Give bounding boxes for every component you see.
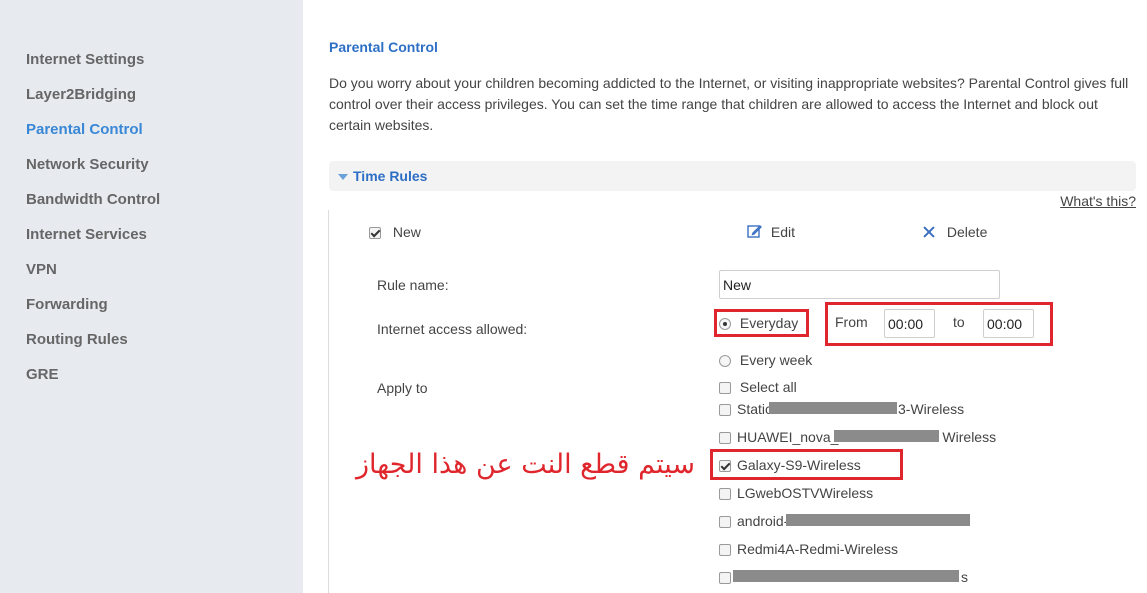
new-label: New bbox=[392, 224, 421, 240]
page-description: Do you worry about your children becomin… bbox=[329, 75, 1129, 133]
collapse-triangle-icon bbox=[338, 174, 348, 180]
edit-label: Edit bbox=[770, 224, 796, 240]
device-item[interactable]: android- bbox=[719, 513, 788, 529]
divider-line bbox=[328, 210, 329, 593]
annotation-text: سيتم قطع النت عن هذا الجهاز bbox=[356, 449, 696, 480]
device-checkbox[interactable] bbox=[719, 544, 731, 557]
close-icon bbox=[923, 226, 935, 238]
sidebar-item-bandwidth-control[interactable]: Bandwidth Control bbox=[26, 191, 160, 208]
device-name-suffix: s bbox=[961, 569, 968, 585]
new-rule-toggle[interactable]: New bbox=[369, 224, 421, 240]
internet-access-label: Internet access allowed: bbox=[377, 321, 528, 337]
device-item[interactable]: LGwebOSTVWireless bbox=[719, 485, 873, 501]
time-rules-section-header[interactable]: Time Rules bbox=[329, 161, 1136, 191]
rule-name-input[interactable] bbox=[719, 270, 1000, 299]
whats-this-link[interactable]: What's this? bbox=[1060, 193, 1136, 209]
device-checkbox[interactable] bbox=[719, 488, 731, 501]
edit-button[interactable]: Edit bbox=[747, 224, 795, 240]
device-name-suffix: 3-Wireless bbox=[898, 401, 965, 417]
new-checkbox[interactable] bbox=[369, 227, 381, 240]
device-checkbox[interactable] bbox=[719, 404, 731, 417]
delete-label: Delete bbox=[946, 224, 988, 240]
device-name: Galaxy-S9-Wireless bbox=[737, 457, 861, 473]
sidebar-item-parental-control[interactable]: Parental Control bbox=[26, 121, 143, 138]
device-name: HUAWEI_nova_ bbox=[737, 429, 839, 445]
sidebar: Internet Settings Layer2Bridging Parenta… bbox=[0, 0, 303, 593]
sidebar-item-network-security[interactable]: Network Security bbox=[26, 156, 149, 173]
sidebar-item-internet-settings[interactable]: Internet Settings bbox=[26, 51, 144, 68]
select-all-checkbox[interactable] bbox=[719, 382, 731, 395]
everyday-option[interactable]: Everyday bbox=[719, 315, 798, 331]
every-week-radio[interactable] bbox=[719, 355, 731, 368]
device-item[interactable]: Redmi4A-Redmi-Wireless bbox=[719, 541, 898, 557]
device-name: Redmi4A-Redmi-Wireless bbox=[737, 541, 899, 557]
page-title: Parental Control bbox=[329, 39, 438, 55]
sidebar-item-internet-services[interactable]: Internet Services bbox=[26, 226, 147, 243]
device-checkbox[interactable] bbox=[719, 432, 731, 445]
device-checkbox[interactable] bbox=[719, 572, 731, 585]
from-time-input[interactable] bbox=[884, 309, 935, 338]
redaction-bar bbox=[786, 514, 970, 526]
section-title: Time Rules bbox=[353, 168, 428, 184]
rule-name-label: Rule name: bbox=[377, 277, 449, 293]
device-name: LGwebOSTVWireless bbox=[737, 485, 874, 501]
select-all-label: Select all bbox=[739, 379, 797, 395]
everyday-radio[interactable] bbox=[719, 318, 731, 331]
device-name-suffix: Wireless bbox=[942, 429, 997, 445]
device-checkbox[interactable] bbox=[719, 460, 731, 473]
select-all-option[interactable]: Select all bbox=[719, 379, 797, 395]
to-label: to bbox=[953, 314, 965, 330]
from-label: From bbox=[835, 314, 868, 330]
delete-button[interactable]: Delete bbox=[923, 224, 987, 240]
sidebar-item-layer2bridging[interactable]: Layer2Bridging bbox=[26, 86, 136, 103]
main-content: Parental Control Do you worry about your… bbox=[303, 0, 1147, 593]
apply-to-label: Apply to bbox=[377, 380, 428, 396]
device-name: Static bbox=[737, 401, 773, 417]
device-name: android- bbox=[737, 513, 789, 529]
every-week-label: Every week bbox=[739, 352, 813, 368]
sidebar-item-gre[interactable]: GRE bbox=[26, 366, 59, 383]
every-week-option[interactable]: Every week bbox=[719, 352, 812, 368]
redaction-bar bbox=[834, 430, 939, 442]
sidebar-item-vpn[interactable]: VPN bbox=[26, 261, 57, 278]
to-time-input[interactable] bbox=[983, 309, 1034, 338]
edit-icon bbox=[747, 225, 762, 238]
device-checkbox[interactable] bbox=[719, 516, 731, 529]
redaction-bar bbox=[769, 402, 897, 414]
everyday-label: Everyday bbox=[739, 315, 799, 331]
sidebar-item-forwarding[interactable]: Forwarding bbox=[26, 296, 108, 313]
redaction-bar bbox=[733, 570, 959, 582]
sidebar-item-routing-rules[interactable]: Routing Rules bbox=[26, 331, 128, 348]
device-item-galaxy[interactable]: Galaxy-S9-Wireless bbox=[719, 457, 861, 473]
